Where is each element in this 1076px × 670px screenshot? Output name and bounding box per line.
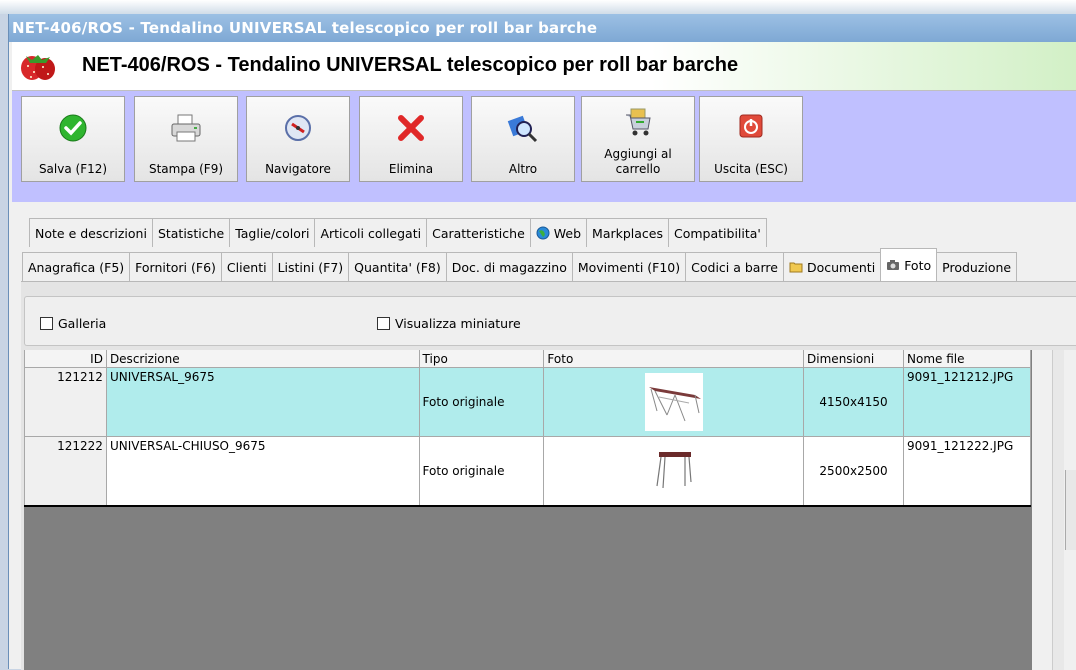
navigator-label: Navigatore [265,162,331,176]
toolbar: Salva (F12) Stampa (F9) Navigatore Elimi… [12,91,1076,202]
printer-icon [171,114,201,142]
product-window: NET-406/ROS - Tendalino UNIVERSAL telesc… [8,14,1076,670]
column-header-dimensions[interactable]: Dimensioni [803,350,904,368]
cell-description: UNIVERSAL-CHIUSO_9675 [105,436,420,507]
power-icon [739,114,763,138]
tab-compatibility[interactable]: Compatibilita' [668,218,767,247]
camera-icon [887,260,900,270]
more-button[interactable]: Altro [471,96,575,182]
tab-notes[interactable]: Note e descrizioni [29,218,153,247]
vertical-scrollbar[interactable] [1052,350,1064,670]
tab-documents-label: Documenti [806,259,876,275]
cell-dimensions: 4150x4150 [803,367,904,437]
globe-icon [536,226,550,240]
cell-photo [543,436,805,507]
tab-production[interactable]: Produzione [936,252,1018,281]
shopping-cart-icon [626,108,651,136]
column-header-description[interactable]: Descrizione [105,350,420,368]
photos-table: ID Descrizione Tipo Foto Dimensioni Nome… [24,350,1031,507]
photos-grid-area: ID Descrizione Tipo Foto Dimensioni Nome… [24,350,1032,670]
column-header-photo[interactable]: Foto [543,350,805,368]
delete-label: Elimina [388,162,434,176]
header-banner: NET-406/ROS - Tendalino UNIVERSAL telesc… [12,42,1076,91]
tab-web-label: Web [553,225,582,241]
filter-box: Galleria Visualizza miniature [24,296,1076,346]
tab-photos[interactable]: Foto [880,248,938,281]
tab-customers[interactable]: Clienti [220,252,273,281]
checkmark-icon [59,114,87,142]
cell-dimensions: 2500x2500 [803,436,904,507]
side-splitter-handle[interactable] [1065,470,1076,550]
tab-registry[interactable]: Anagrafica (F5) [22,252,131,281]
magnifier-icon [507,115,538,143]
tab-quantity[interactable]: Quantita' (F8) [348,252,447,281]
folder-icon [789,262,803,273]
bimini-top-closed-thumbnail [644,442,703,500]
show-thumbnails-checkbox[interactable]: Visualizza miniature [377,316,521,331]
tab-suppliers[interactable]: Fornitori (F6) [129,252,222,281]
bimini-top-open-thumbnail [644,373,703,431]
tab-price-lists[interactable]: Listini (F7) [271,252,350,281]
red-x-icon [398,115,424,141]
desktop-strip [0,0,1076,14]
cell-filename: 9091_121222.JPG [903,436,1031,507]
tab-sizes-colors[interactable]: Taglie/colori [229,218,316,247]
cell-id: 121212 [24,367,107,437]
tab-web[interactable]: Web [529,218,588,247]
window-title: NET-406/ROS - Tendalino UNIVERSAL telesc… [9,14,1076,42]
page-title: NET-406/ROS - Tendalino UNIVERSAL telesc… [82,54,739,76]
print-button[interactable]: Stampa (F9) [134,96,238,182]
delete-button[interactable]: Elimina [359,96,463,182]
tab-barcodes[interactable]: Codici a barre [685,252,784,281]
cell-id: 121222 [24,436,107,507]
tab-movements[interactable]: Movimenti (F10) [571,252,687,281]
more-label: Altro [508,162,538,176]
column-header-id[interactable]: ID [24,350,107,368]
table-row[interactable]: 121212 UNIVERSAL_9675 Foto originale 415… [24,367,1031,437]
cell-photo [543,367,805,437]
gallery-checkbox-label: Galleria [58,316,107,331]
tab-photos-label: Foto [904,257,932,273]
tab-warehouse-docs[interactable]: Doc. di magazzino [445,252,573,281]
cell-filename: 9091_121212.JPG [903,367,1031,437]
tab-features[interactable]: Caratteristiche [426,218,531,247]
photos-panel: Galleria Visualizza miniature ID Descriz… [21,281,1076,670]
column-header-type[interactable]: Tipo [418,350,545,368]
strawberry-logo-icon [21,55,55,80]
column-header-filename[interactable]: Nome file [903,350,1031,368]
tabs-area: Note e descrizioni Statistiche Taglie/co… [12,202,1076,670]
gallery-checkbox-box[interactable] [40,317,53,330]
exit-button[interactable]: Uscita (ESC) [699,96,803,182]
tab-statistics[interactable]: Statistiche [151,218,231,247]
tab-linked-items[interactable]: Articoli collegati [314,218,428,247]
compass-icon [285,115,311,141]
show-thumbnails-checkbox-label: Visualizza miniature [395,316,521,331]
tab-marketplaces[interactable]: Markplaces [586,218,669,247]
save-label: Salva (F12) [38,162,108,176]
show-thumbnails-checkbox-box[interactable] [377,317,390,330]
table-row[interactable]: 121222 UNIVERSAL-CHIUSO_9675 Foto origin… [24,436,1031,507]
tab-row-bottom: Anagrafica (F5) Fornitori (F6) Clienti L… [22,248,1018,281]
table-header-row: ID Descrizione Tipo Foto Dimensioni Nome… [24,350,1031,368]
navigator-button[interactable]: Navigatore [246,96,350,182]
cell-type: Foto originale [418,367,545,437]
tab-row-top: Note e descrizioni Statistiche Taglie/co… [29,218,767,247]
exit-label: Uscita (ESC) [714,162,788,176]
cell-type: Foto originale [418,436,545,507]
cell-description: UNIVERSAL_9675 [105,367,420,437]
add-to-cart-label: Aggiungi al carrello [604,147,672,176]
add-to-cart-button[interactable]: Aggiungi al carrello [581,96,695,182]
save-button[interactable]: Salva (F12) [21,96,125,182]
gallery-checkbox[interactable]: Galleria [40,316,106,331]
print-label: Stampa (F9) [148,162,224,176]
tab-documents[interactable]: Documenti [782,252,882,281]
